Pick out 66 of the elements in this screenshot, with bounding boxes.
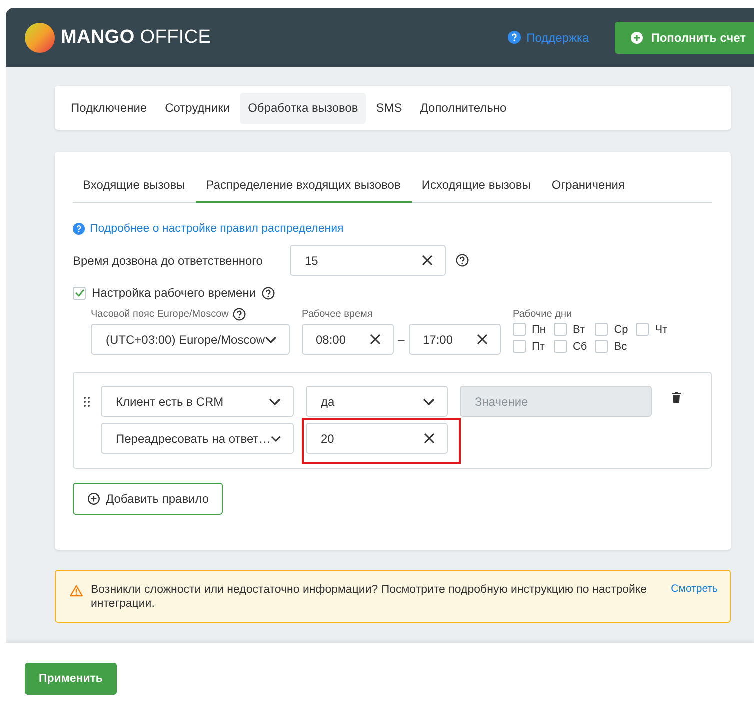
time-field[interactable]: 17:00 [409,324,501,355]
field-value: 15 [305,254,318,268]
checkbox-label: Сб [572,340,588,352]
field-label: Время дозвона до ответственного [73,254,264,268]
field-label: Часовой пояс Europe/Moscow [91,309,229,320]
chevron-down-icon [423,398,435,406]
input-field[interactable]: 15 [290,245,446,276]
chevron-down-icon [270,434,281,442]
checkbox[interactable] [636,323,650,336]
help-icon[interactable] [232,308,246,321]
chevron-down-icon [269,398,281,406]
field-label: Рабочие дни [513,309,572,320]
checkbox-label: Чт [655,324,668,336]
input-field[interactable]: 20 [306,423,448,454]
checkbox-label: Пн [532,324,546,336]
nav-tab[interactable]: Дополнительно [412,92,515,124]
checkbox[interactable] [513,340,526,353]
nav-tab[interactable]: SMS [368,92,410,124]
condition-select[interactable]: Клиент есть в CRM [101,386,294,417]
logo-icon [25,22,55,52]
checkbox-label: Пт [532,340,545,352]
drag-handle-icon[interactable] [84,397,90,407]
range-dash: – [398,332,405,346]
trash-icon[interactable] [672,392,681,403]
clear-icon[interactable] [422,255,433,266]
action-select[interactable]: Переадресовать на ответ… [101,423,294,454]
checkbox[interactable] [595,340,608,353]
info-link[interactable]: Подробнее о настройке правил распределения [90,223,344,235]
clear-icon[interactable] [477,334,488,345]
sub-tab[interactable]: Исходящие вызовы [412,169,542,203]
field-value: 20 [321,432,334,446]
help-icon[interactable] [456,254,469,267]
view-link[interactable]: Смотреть [671,583,718,595]
clear-icon[interactable] [424,433,435,444]
help-icon[interactable] [262,286,276,300]
checkbox[interactable] [595,323,608,336]
nav-tab[interactable]: Сотрудники [157,92,238,124]
checkbox-label: Вс [614,340,628,352]
plus-icon [88,493,100,505]
time-field[interactable]: 08:00 [302,324,394,355]
checkbox-label: Ср [614,324,628,336]
clear-icon[interactable] [370,334,381,345]
sub-tab[interactable]: Ограничения [542,169,636,203]
checkbox[interactable] [73,286,86,300]
help-icon [73,223,85,235]
add-rule-button[interactable]: Добавить правило [73,483,224,515]
warning-icon [70,585,83,597]
sub-tab[interactable]: Распределение входящих вызовов [196,169,412,203]
checkbox[interactable] [554,323,567,336]
checkbox[interactable] [513,323,526,336]
sub-tab[interactable]: Входящие вызовы [73,169,196,203]
timezone-select[interactable]: (UTC+03:00) Europe/Moscow [91,324,290,355]
chevron-down-icon [265,336,277,344]
field-value: 08:00 [316,332,346,346]
nav-tab[interactable]: Подключение [63,92,156,124]
field-value: 17:00 [423,332,454,346]
nav-tab[interactable]: Обработка вызовов [240,92,366,124]
warning-text: Возникли сложности или недостаточно информации? Посмотрите подробную инструкцию по настройке интеграции. [91,583,648,611]
plus-icon [631,32,644,44]
logo-text: MANGO OFFICE [61,26,212,48]
operator-select[interactable]: да [306,386,448,417]
field-label: Рабочее время [302,309,373,320]
checkbox-label: Вт [572,324,585,336]
checkbox-label: Настройка рабочего времени [92,286,256,300]
help-icon [508,31,521,44]
checkbox[interactable] [554,340,567,353]
